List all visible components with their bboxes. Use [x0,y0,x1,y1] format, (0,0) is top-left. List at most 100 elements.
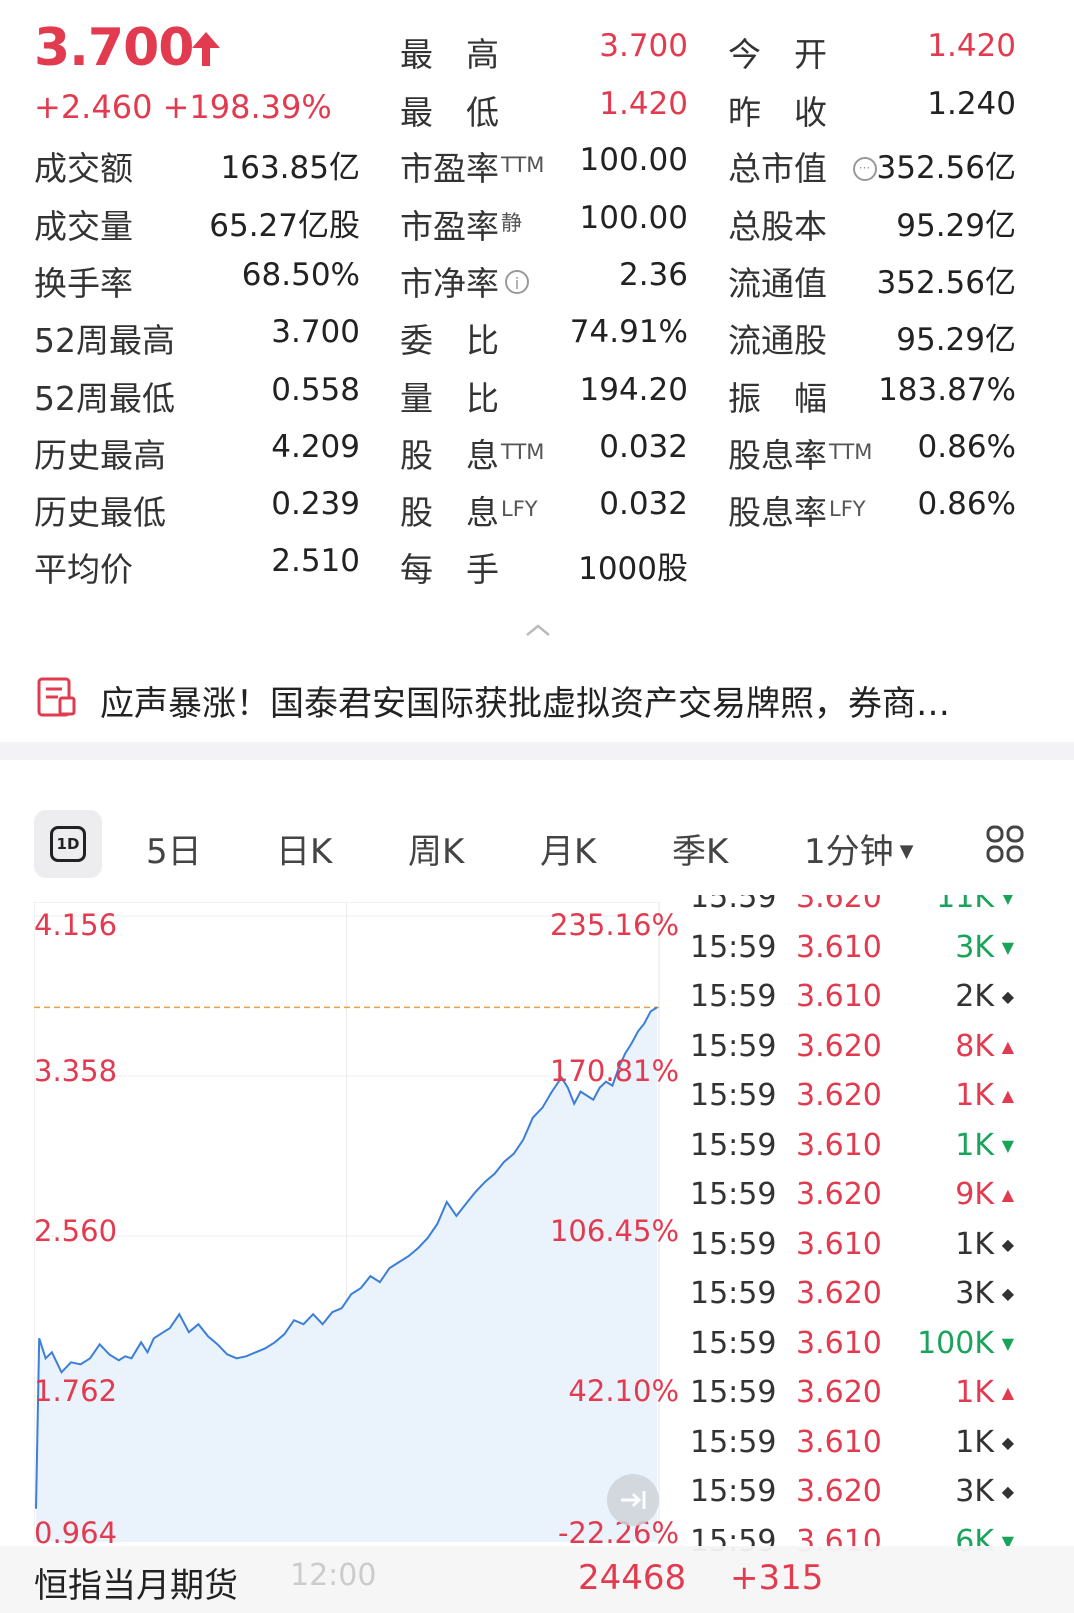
stat-label-pe-ttm: 市盈率TTM [400,149,545,188]
trade-time: 15:59 [690,1325,777,1361]
trade-direction-icon: ▼ [1001,937,1014,957]
tab-daily-k[interactable]: 日K [276,824,332,873]
y-tick-left: 3.358 [34,1054,118,1088]
stat-label-52wk-high: 52周最高 [34,321,175,360]
trade-row: 15:59 3.620 1K ▲ [690,1078,1040,1128]
stat-value-float-shares: 95.29亿 [896,322,1016,358]
stat-value-volume: 65.27亿股 [209,208,360,244]
more-icon[interactable]: ··· [852,157,877,181]
trade-direction-icon: ▼ [1001,895,1014,907]
stat-label-low: 最 低 [400,93,499,132]
trade-price: 3.620 [796,1078,882,1113]
intraday-chart[interactable]: 4.156 235.16% 3.358 170.81% 2.560 106.45… [34,902,679,1550]
chevron-up-icon[interactable] [524,622,552,638]
arrow-up-icon [192,32,220,66]
trade-price: 3.610 [796,979,882,1014]
stat-label-amplitude: 振 幅 [728,379,827,418]
trade-volume: 1K [955,1127,994,1163]
stat-label-pb[interactable]: 市净率 i [400,257,529,305]
tab-quarterly-k[interactable]: 季K [672,824,728,873]
dropdown-caret-icon: ▼ [899,841,914,862]
x-tick-label: 12:00 [290,1558,377,1593]
trade-row: 15:59 3.620 9K ▲ [690,1177,1040,1227]
grid-icon[interactable] [985,824,1025,864]
trade-direction-icon: ◆ [1001,1432,1014,1452]
trade-volume: 1K [955,1375,994,1410]
trade-direction-icon: ◆ [1001,1284,1014,1303]
trade-time: 15:59 [690,1028,777,1064]
news-headline[interactable]: 应声暴涨！国泰君安国际获批虚拟资产交易牌照，券商… [100,676,1030,725]
stat-label-yield-ttm: 股息率TTM [728,436,873,475]
trade-volume: 1K [955,1226,994,1262]
trade-row: 15:59 3.610 100K ▼ [690,1326,1040,1376]
stat-label-vol-ratio: 量 比 [400,379,499,418]
trade-price: 3.620 [796,1028,882,1064]
trade-time: 15:59 [690,1276,777,1311]
stat-value-dividend-lfy: 0.032 [599,486,688,522]
tab-1d-label: 1D [50,826,86,862]
stat-value-open: 1.420 [927,28,1016,64]
trade-price: 3.610 [796,1325,882,1361]
trade-time: 15:59 [690,1127,777,1163]
trade-volume: 3K [955,1276,994,1311]
info-icon[interactable]: i [505,270,529,294]
index-value: 24468 [578,1558,687,1598]
stat-value-total-shares: 95.29亿 [896,208,1016,244]
stat-label-turnover: 成交额 [34,149,133,188]
stat-value-avg-price: 2.510 [271,543,360,579]
trade-direction-icon: ▲ [1001,1185,1014,1204]
trade-price: 3.610 [796,929,882,965]
trade-price: 3.620 [796,1177,882,1212]
trade-price: 3.620 [796,895,882,915]
stat-value-pe-ttm: 100.00 [579,142,688,178]
trade-volume: 2K [955,979,994,1014]
stat-value-market-cap[interactable]: ··· 352.56亿 [852,142,1016,187]
trade-ticker[interactable]: 15:59 3.620 11K ▼ 15:59 3.610 3K ▼ 15:59 3.610 2K ◆… [690,895,1040,1595]
section-divider [0,742,1074,760]
stat-value-hist-low: 0.239 [271,486,360,522]
y-tick-right: 235.16% [549,908,679,942]
chart-period-tabs: 1D 5日 日K 周K 月K 季K 1分钟 ▼ [0,810,1074,882]
stat-value-amplitude: 183.87% [878,372,1016,408]
stat-label-float-cap: 流通值 [728,264,827,303]
tab-1-minute[interactable]: 1分钟 ▼ [804,824,913,873]
stat-value-lot-size: 1000股 [578,551,688,587]
trade-time: 15:59 [690,979,777,1014]
scroll-to-latest-icon[interactable] [607,1474,659,1526]
stat-label-volume: 成交量 [34,207,133,246]
tab-monthly-k[interactable]: 月K [540,824,596,873]
change-percent: +198.39% [162,88,332,126]
trade-time: 15:59 [690,1474,777,1509]
trade-row: 15:59 3.610 3K ▼ [690,930,1040,980]
stat-label-open: 今 开 [728,35,827,74]
stat-value-dividend-ttm: 0.032 [599,429,688,465]
tab-1d[interactable]: 1D [34,810,102,878]
trade-volume: 1K [955,1424,994,1460]
y-tick-right: 170.81% [549,1054,679,1088]
trade-direction-icon: ◆ [1001,1482,1014,1501]
trade-volume: 3K [955,1474,994,1509]
stat-label-hist-high: 历史最高 [34,436,166,475]
stat-value-bid-ratio: 74.91% [569,314,688,350]
stat-value-yield-ttm: 0.86% [917,429,1016,465]
stat-label-high: 最 高 [400,35,499,74]
stat-value-float-cap: 352.56亿 [876,265,1016,301]
trade-row: 15:59 3.610 1K ▼ [690,1128,1040,1178]
trade-volume: 11K [936,895,994,915]
trade-direction-icon: ▲ [1001,1036,1014,1056]
stat-value-vol-ratio: 194.20 [579,372,688,408]
stat-label-market-cap: 总市值 [728,149,827,188]
tab-5day[interactable]: 5日 [146,824,202,873]
tab-weekly-k[interactable]: 周K [408,824,464,873]
trade-row: 15:59 3.620 3K ◆ [690,1474,1040,1524]
stat-value-52wk-low: 0.558 [271,372,360,408]
trade-direction-icon: ▲ [1001,1086,1014,1105]
trade-time: 15:59 [690,1375,777,1410]
y-tick-right: 106.45% [549,1214,679,1248]
trade-time: 15:59 [690,895,777,915]
stat-value-low: 1.420 [599,86,688,122]
bottom-index-bar[interactable]: 12:00 恒指当月期货 24468 +315 [0,1546,1074,1613]
stat-value-52wk-high: 3.700 [271,314,360,350]
stat-value-pe-static: 100.00 [579,200,688,236]
stat-value-turnover-rate: 68.50% [241,257,360,293]
